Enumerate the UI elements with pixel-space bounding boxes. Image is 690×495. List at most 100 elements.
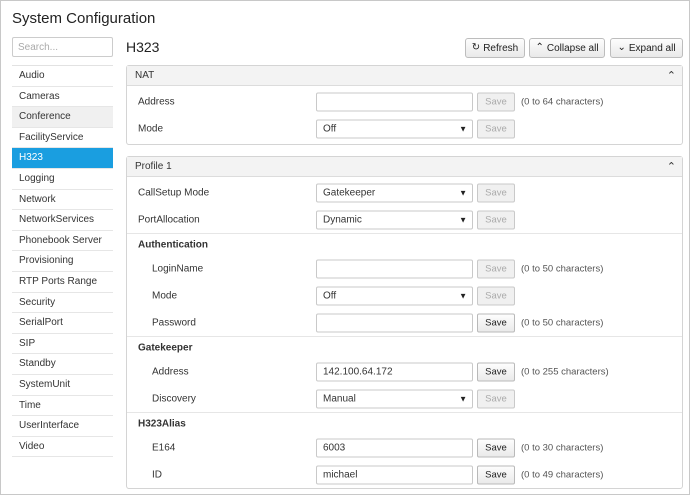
nat-mode-select[interactable]: Off ▼ <box>316 119 473 138</box>
save-button[interactable]: Save <box>477 210 515 229</box>
field-hint: (0 to 64 characters) <box>521 96 604 107</box>
caret-down-icon: ▼ <box>459 291 467 300</box>
field-hint: (0 to 50 characters) <box>521 263 604 274</box>
e164-input[interactable] <box>316 438 473 457</box>
save-button[interactable]: Save <box>477 438 515 457</box>
select-value: Gatekeeper <box>323 187 376 198</box>
collapse-chevron-icon[interactable]: ⌃ <box>667 69 676 82</box>
profile-panel-title: Profile 1 <box>135 161 172 172</box>
auth-mode-select[interactable]: Off ▼ <box>316 286 473 305</box>
chevron-down-icon: ⌄ <box>617 42 626 53</box>
caret-down-icon: ▼ <box>459 124 467 133</box>
sidebar-item-provisioning[interactable]: Provisioning <box>12 251 113 272</box>
password-input[interactable] <box>316 313 473 332</box>
caret-down-icon: ▼ <box>459 188 467 197</box>
sidebar-item-cameras[interactable]: Cameras <box>12 87 113 108</box>
auth-mode-row: Mode Off ▼ Save <box>127 282 682 309</box>
save-button[interactable]: Save <box>477 362 515 381</box>
field-hint: (0 to 255 characters) <box>521 366 609 377</box>
alias-id-input[interactable] <box>316 465 473 484</box>
section-title: Gatekeeper <box>138 342 193 353</box>
sidebar-item-systemunit[interactable]: SystemUnit <box>12 375 113 396</box>
save-button[interactable]: Save <box>477 259 515 278</box>
sidebar-item-time[interactable]: Time <box>12 396 113 417</box>
sidebar-item-conference[interactable]: Conference <box>12 107 113 128</box>
save-button[interactable]: Save <box>477 119 515 138</box>
field-label: LoginName <box>152 263 204 274</box>
discovery-select[interactable]: Manual ▼ <box>316 389 473 408</box>
portallocation-select[interactable]: Dynamic ▼ <box>316 210 473 229</box>
sidebar-item-video[interactable]: Video <box>12 437 113 458</box>
sidebar-item-security[interactable]: Security <box>12 293 113 314</box>
select-value: Manual <box>323 393 356 404</box>
caret-down-icon: ▼ <box>459 215 467 224</box>
field-label: Discovery <box>152 393 196 404</box>
loginname-input[interactable] <box>316 259 473 278</box>
sidebar-item-phonebook-server[interactable]: Phonebook Server <box>12 231 113 252</box>
section-title: Authentication <box>138 239 208 250</box>
nat-panel: NAT ⌃ Address Save (0 to 64 characters) … <box>126 65 683 145</box>
sidebar-item-standby[interactable]: Standby <box>12 354 113 375</box>
e164-row: E164 Save (0 to 30 characters) <box>127 434 682 461</box>
field-label: Mode <box>152 290 178 301</box>
select-value: Dynamic <box>323 214 362 225</box>
portallocation-row: PortAllocation Dynamic ▼ Save <box>127 206 682 233</box>
field-label: PortAllocation <box>138 214 200 225</box>
sidebar: Audio Cameras Conference FacilityService… <box>12 65 113 458</box>
gatekeeper-section: Gatekeeper <box>127 336 682 358</box>
alias-id-row: ID Save (0 to 49 characters) <box>127 461 682 488</box>
loginname-row: LoginName Save (0 to 50 characters) <box>127 255 682 282</box>
expand-all-button-label: Expand all <box>628 42 676 54</box>
refresh-button-label: Refresh <box>483 42 519 54</box>
sidebar-item-facilityservice[interactable]: FacilityService <box>12 128 113 149</box>
sidebar-item-h323[interactable]: H323 <box>12 148 113 169</box>
field-label: Address <box>138 96 175 107</box>
field-label: E164 <box>152 442 176 453</box>
select-value: Off <box>323 123 337 134</box>
sidebar-item-userinterface[interactable]: UserInterface <box>12 416 113 437</box>
field-hint: (0 to 49 characters) <box>521 469 604 480</box>
field-label: Address <box>152 366 189 377</box>
refresh-button[interactable]: ↻ Refresh <box>465 38 525 58</box>
save-button[interactable]: Save <box>477 183 515 202</box>
discovery-row: Discovery Manual ▼ Save <box>127 385 682 412</box>
sidebar-item-serialport[interactable]: SerialPort <box>12 313 113 334</box>
sidebar-item-sip[interactable]: SIP <box>12 334 113 355</box>
password-row: Password Save (0 to 50 characters) <box>127 309 682 336</box>
field-label: CallSetup Mode <box>138 187 210 198</box>
sidebar-item-network[interactable]: Network <box>12 190 113 211</box>
search-input[interactable] <box>12 37 113 57</box>
callsetup-mode-select[interactable]: Gatekeeper ▼ <box>316 183 473 202</box>
profile-panel-header[interactable]: Profile 1 ⌃ <box>127 157 682 177</box>
nat-panel-header[interactable]: NAT ⌃ <box>127 66 682 86</box>
field-label: Mode <box>138 123 164 134</box>
nat-panel-title: NAT <box>135 70 155 81</box>
sidebar-item-audio[interactable]: Audio <box>12 66 113 87</box>
gatekeeper-address-input[interactable] <box>316 362 473 381</box>
save-button[interactable]: Save <box>477 92 515 111</box>
field-hint: (0 to 30 characters) <box>521 442 604 453</box>
collapse-chevron-icon[interactable]: ⌃ <box>667 160 676 173</box>
expand-all-button[interactable]: ⌄ Expand all <box>610 38 683 58</box>
nat-mode-row: Mode Off ▼ Save <box>127 115 682 142</box>
callsetup-row: CallSetup Mode Gatekeeper ▼ Save <box>127 179 682 206</box>
profile-panel: Profile 1 ⌃ CallSetup Mode Gatekeeper ▼ … <box>126 156 683 489</box>
save-button[interactable]: Save <box>477 389 515 408</box>
h323alias-section: H323Alias <box>127 412 682 434</box>
save-button[interactable]: Save <box>477 313 515 332</box>
authentication-section: Authentication <box>127 233 682 255</box>
nat-address-row: Address Save (0 to 64 characters) <box>127 88 682 115</box>
sidebar-item-networkservices[interactable]: NetworkServices <box>12 210 113 231</box>
gatekeeper-address-row: Address Save (0 to 255 characters) <box>127 358 682 385</box>
nat-address-input[interactable] <box>316 92 473 111</box>
field-label: ID <box>152 469 162 480</box>
save-button[interactable]: Save <box>477 465 515 484</box>
collapse-all-button-label: Collapse all <box>546 42 599 54</box>
save-button[interactable]: Save <box>477 286 515 305</box>
sidebar-item-logging[interactable]: Logging <box>12 169 113 190</box>
section-title: H323Alias <box>138 418 186 429</box>
app-title: System Configuration <box>12 10 156 27</box>
field-label: Password <box>152 317 196 328</box>
sidebar-item-rtp-ports-range[interactable]: RTP Ports Range <box>12 272 113 293</box>
collapse-all-button[interactable]: ⌃ Collapse all <box>529 38 605 58</box>
